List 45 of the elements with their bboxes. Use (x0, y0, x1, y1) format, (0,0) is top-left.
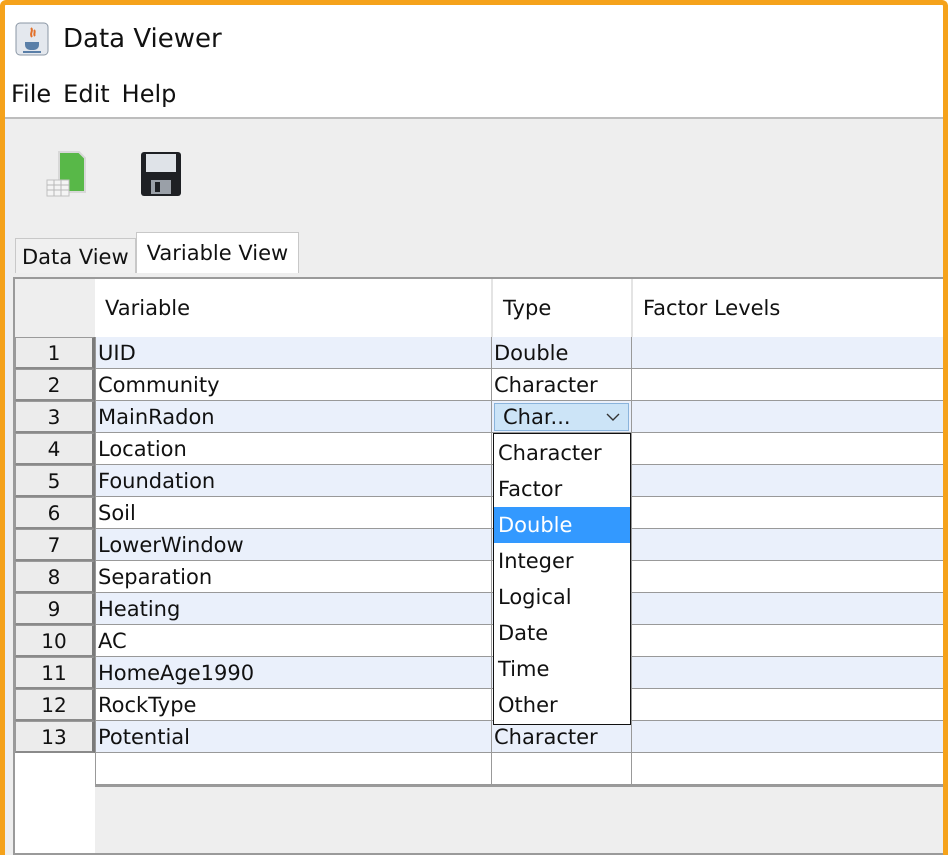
cup-icon (15, 22, 49, 56)
row-header[interactable]: 2 (15, 369, 95, 401)
table-cell: LowerWindow (95, 529, 491, 561)
table-cell: Potential (95, 721, 491, 753)
dropdown-option[interactable]: Integer (494, 543, 630, 579)
table-cell: Double (491, 337, 631, 369)
table-cell: UID (95, 337, 491, 369)
chevron-down-icon (606, 412, 620, 420)
table-cell: HomeAge1990 (95, 657, 491, 689)
row-header[interactable]: 7 (15, 529, 95, 561)
dropdown-option[interactable]: Other (494, 687, 630, 723)
menu-item[interactable]: Edit (63, 80, 110, 108)
table-cell: Character (491, 369, 631, 401)
window-title: Data Viewer (63, 24, 222, 54)
row-header[interactable]: 9 (15, 593, 95, 625)
dropdown-option[interactable]: Date (494, 615, 630, 651)
menu-item[interactable]: File (11, 80, 52, 108)
row-header[interactable]: 10 (15, 625, 95, 657)
menu-item[interactable]: Help (122, 80, 176, 108)
type-dropdown[interactable]: Char... (494, 402, 629, 430)
table-cell: Location (95, 433, 491, 465)
table-cell: Community (95, 369, 491, 401)
table-cell: Soil (95, 497, 491, 529)
dropdown-option[interactable]: Character (494, 435, 630, 471)
save-icon[interactable] (139, 150, 183, 198)
tab[interactable]: Variable View (136, 232, 300, 273)
dropdown-option[interactable]: Logical (494, 579, 630, 615)
row-header[interactable]: 1 (15, 337, 95, 369)
row-header[interactable]: 12 (15, 689, 95, 721)
table-cell: RockType (95, 689, 491, 721)
row-header[interactable]: 6 (15, 497, 95, 529)
table-cell: AC (95, 625, 491, 657)
row-header[interactable]: 5 (15, 465, 95, 497)
table-cell: MainRadon (95, 401, 491, 433)
table-cell: Separation (95, 561, 491, 593)
row-header[interactable]: 13 (15, 721, 95, 753)
row-header[interactable]: 4 (15, 433, 95, 465)
row-header[interactable]: 3 (15, 401, 95, 433)
dropdown-option[interactable]: Time (494, 651, 630, 687)
tab[interactable]: Data View (15, 238, 136, 273)
dropdown-option[interactable]: Factor (494, 471, 630, 507)
row-header[interactable]: 8 (15, 561, 95, 593)
table-cell: Foundation (95, 465, 491, 497)
row-header[interactable]: 11 (15, 657, 95, 689)
table-cell: Heating (95, 593, 491, 625)
